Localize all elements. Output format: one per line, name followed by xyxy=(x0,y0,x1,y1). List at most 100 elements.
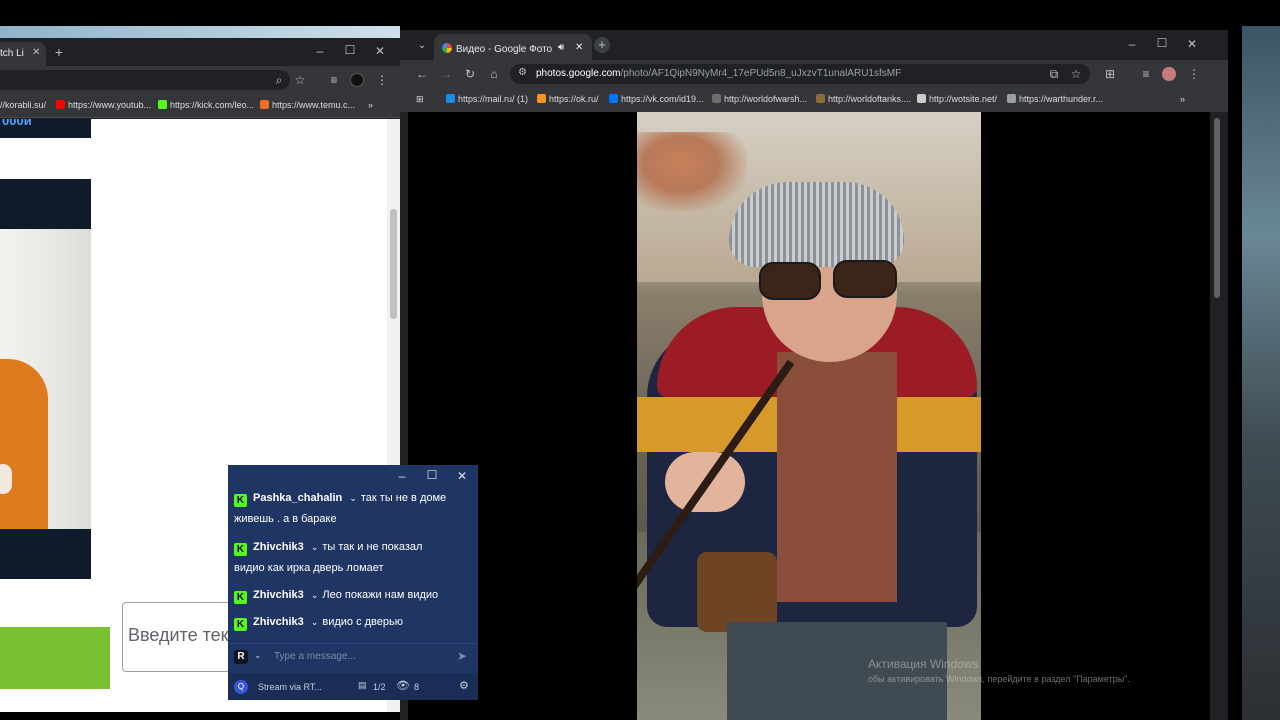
chat-username[interactable]: Zhivchik3 xyxy=(253,589,304,601)
chat-text: видио с дверью xyxy=(322,616,403,628)
video-bottom-bar xyxy=(0,529,91,579)
chat-username[interactable]: Zhivchik3 xyxy=(253,616,304,628)
maximize-icon[interactable]: ☐ xyxy=(424,468,440,482)
close-tab-icon[interactable]: ✕ xyxy=(32,47,40,58)
menu-kebab-icon[interactable]: ⋮ xyxy=(1186,67,1202,81)
minimize-icon[interactable]: – xyxy=(394,469,410,483)
chat-message: K Zhivchik3 ⌄ видио с дверью xyxy=(234,612,472,633)
media-controls-icon[interactable]: ≡ xyxy=(326,73,342,87)
address-bar[interactable]: ⚙ photos.google.com/photo/AF1QipN9NyMr4_… xyxy=(510,64,1090,84)
kick-icon: K xyxy=(234,543,247,556)
green-action-button[interactable] xyxy=(0,627,110,689)
bookmark-kick[interactable]: https://kick.com/leo... xyxy=(158,100,254,110)
bookmark-korabli[interactable]: //korabli.su/ xyxy=(0,100,46,110)
left-scrollbar-thumb[interactable] xyxy=(390,209,397,319)
chat-message-input[interactable]: Type a message... xyxy=(274,651,356,662)
person-shirt xyxy=(0,359,48,529)
bookmark-youtube[interactable]: https://www.youtub... xyxy=(56,100,151,110)
send-icon[interactable]: ➤ xyxy=(457,649,467,663)
right-browser-window: ⌄ Видео - Google Фото 🔊︎ ✕ + – ☐ ✕ ← → ↻… xyxy=(400,30,1228,720)
watermark-subtitle: обы активировать Windows, перейдите в ра… xyxy=(868,674,1130,684)
url-domain: photos.google.com xyxy=(536,68,621,79)
bookmark-warthunder[interactable]: https://warthunder.r... xyxy=(1007,94,1103,104)
left-omnibox[interactable] xyxy=(0,70,290,90)
windows-activation-watermark: Активация Windows обы активировать Windo… xyxy=(868,657,1208,684)
bookmark-star-icon[interactable]: ☆ xyxy=(292,73,308,87)
chevron-down-icon[interactable]: ⌄ xyxy=(311,590,319,600)
chat-text-wrap: живешь . а в бараке xyxy=(234,513,337,525)
chat-footer: Q Stream via RT... ▤ 1/2 👁︎ 8 ⚙ xyxy=(228,673,478,700)
close-tab-icon[interactable]: ✕ xyxy=(575,42,583,53)
google-photos-icon xyxy=(442,43,452,53)
gear-icon[interactable]: ⚙ xyxy=(459,679,469,692)
bookmark-temu[interactable]: https://www.temu.c... xyxy=(260,100,355,110)
ok-icon xyxy=(537,94,546,103)
zoom-icon[interactable]: ⌕ xyxy=(271,73,287,87)
close-window-icon[interactable]: ✕ xyxy=(372,44,388,58)
profile-avatar[interactable] xyxy=(350,73,364,87)
chat-text: так ты не в доме xyxy=(360,492,447,504)
bookmark-star-icon[interactable]: ☆ xyxy=(1068,67,1084,81)
bookmark-vk[interactable]: https://vk.com/id19... xyxy=(609,94,704,104)
stream-source-label[interactable]: Stream via RT... xyxy=(258,682,322,692)
left-toolbar: ⌕ ☆ ≡ ⋮ xyxy=(0,66,400,94)
right-toolbar: ← → ↻ ⌂ ⚙ photos.google.com/photo/AF1Qip… xyxy=(400,60,1228,88)
message-input[interactable]: Введите тек xyxy=(122,602,242,672)
apps-grid-icon[interactable]: ⊞ xyxy=(416,94,424,105)
bookmarks-overflow-icon[interactable]: » xyxy=(1180,94,1185,104)
chevron-down-icon[interactable]: ⌄ xyxy=(311,542,319,552)
photo-video-viewer[interactable]: Активация Windows обы активировать Windo… xyxy=(408,112,1210,720)
vk-icon xyxy=(609,94,618,103)
pages-icon: ▤ xyxy=(358,680,367,690)
bookmark-mail[interactable]: https://mail.ru/ (1) xyxy=(446,94,528,104)
new-tab-icon[interactable]: + xyxy=(51,45,67,59)
bookmarks-overflow-icon[interactable]: » xyxy=(368,100,373,110)
right-active-tab[interactable]: Видео - Google Фото 🔊︎ ✕ xyxy=(434,34,592,60)
temu-icon xyxy=(260,100,269,109)
right-scrollbar-thumb[interactable] xyxy=(1214,118,1220,298)
new-tab-icon[interactable]: + xyxy=(594,37,610,53)
bookmark-worldoftanks[interactable]: http://worldoftanks.... xyxy=(816,94,911,104)
chevron-down-icon[interactable]: ⌄ xyxy=(311,617,319,627)
chevron-down-icon[interactable]: ⌄ xyxy=(254,650,262,661)
media-controls-icon[interactable]: ≡ xyxy=(1138,67,1154,81)
minimize-icon[interactable]: – xyxy=(312,44,328,58)
minimize-icon[interactable]: – xyxy=(1124,37,1140,51)
menu-kebab-icon[interactable]: ⋮ xyxy=(374,73,390,87)
chat-titlebar: – ☐ ✕ xyxy=(228,465,478,487)
extensions-icon[interactable]: ⊞ xyxy=(1102,67,1118,81)
back-icon[interactable]: ← xyxy=(414,67,430,81)
tab-search-icon[interactable]: ⌄ xyxy=(414,39,430,53)
kick-icon: K xyxy=(234,591,247,604)
viewer-count: 8 xyxy=(414,682,420,692)
person-cap xyxy=(729,182,904,267)
home-icon[interactable]: ⌂ xyxy=(486,67,502,81)
bookmark-wotsite[interactable]: http://wotsite.net/ xyxy=(917,94,997,104)
left-active-tab[interactable]: tch Li ✕ xyxy=(0,42,46,66)
kick-icon: K xyxy=(234,494,247,507)
maximize-icon[interactable]: ☐ xyxy=(342,43,358,57)
profile-avatar[interactable] xyxy=(1162,67,1176,81)
forward-icon[interactable]: → xyxy=(438,67,454,81)
right-scrollbar[interactable] xyxy=(1210,112,1228,720)
bookmark-ok[interactable]: https://ok.ru/ xyxy=(537,94,599,104)
warthunder-icon xyxy=(1007,94,1016,103)
video-frame[interactable] xyxy=(637,112,981,720)
reload-icon[interactable]: ↻ xyxy=(462,67,478,81)
chevron-down-icon[interactable]: ⌄ xyxy=(349,493,357,503)
bookmark-worldofwarships[interactable]: http://worldofwarsh... xyxy=(712,94,807,104)
close-window-icon[interactable]: ✕ xyxy=(1184,37,1200,51)
chat-username[interactable]: Pashka_chahalin xyxy=(253,492,342,504)
close-window-icon[interactable]: ✕ xyxy=(454,469,470,483)
site-info-icon[interactable]: ⚙ xyxy=(518,67,527,78)
kick-icon xyxy=(158,100,167,109)
watermark-title: Активация Windows xyxy=(868,657,979,671)
desktop-wallpaper-strip xyxy=(0,26,400,38)
cast-icon[interactable]: ⧉ xyxy=(1046,67,1062,81)
maximize-icon[interactable]: ☐ xyxy=(1154,36,1170,50)
avatar[interactable]: R xyxy=(234,650,248,664)
right-tab-bar: ⌄ Видео - Google Фото 🔊︎ ✕ + – ☐ ✕ xyxy=(400,30,1228,60)
speaker-icon[interactable]: 🔊︎ xyxy=(558,42,564,53)
chat-username[interactable]: Zhivchik3 xyxy=(253,541,304,553)
right-tab-title: Видео - Google Фото xyxy=(456,44,553,55)
